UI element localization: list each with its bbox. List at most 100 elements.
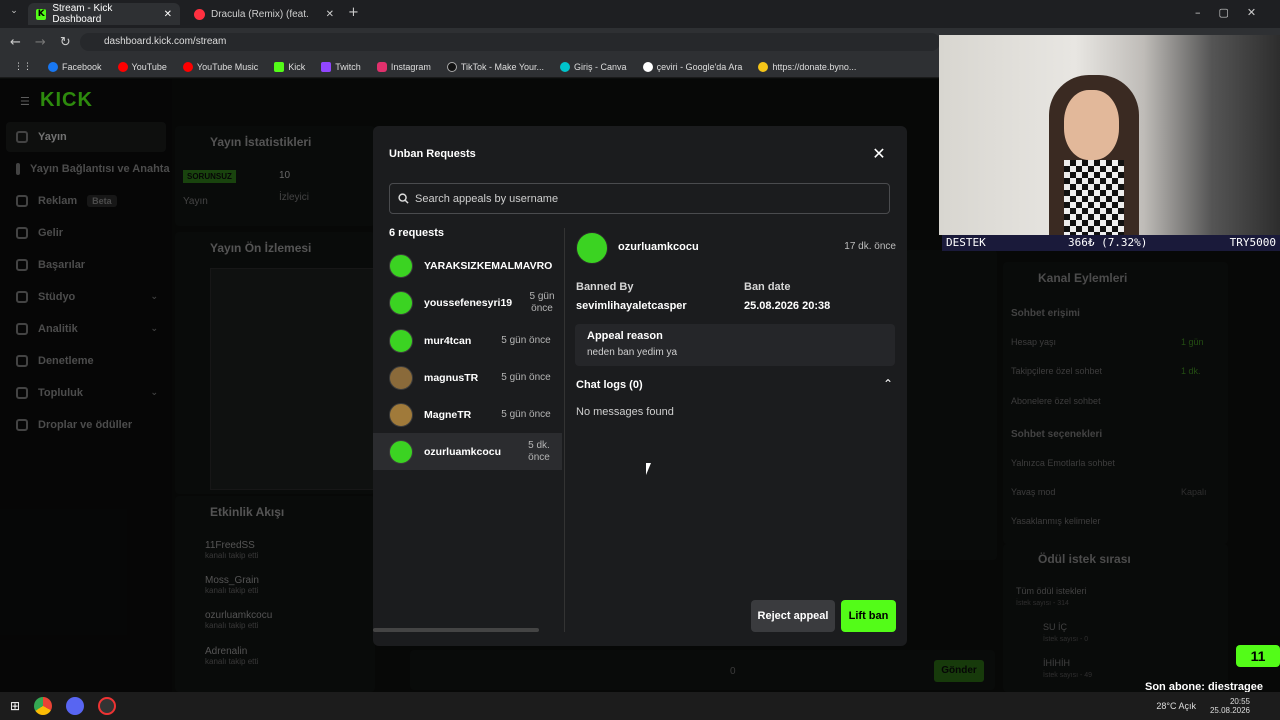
bookmark-label: Instagram	[390, 61, 431, 72]
avatar	[389, 328, 413, 353]
donation-goal-bar: DESTEK 366₺ (7.32%) TRY5000	[942, 235, 1280, 251]
search-field[interactable]	[389, 183, 890, 214]
request-username: MagneTR	[424, 408, 472, 421]
request-username: magnusTR	[424, 371, 479, 384]
clock-time: 20:55	[1229, 697, 1250, 706]
bookmark-youtube-music[interactable]: YouTube Music	[175, 61, 266, 72]
request-time: 5 gün önce	[501, 334, 551, 346]
ban-date-label: Ban date	[744, 281, 791, 293]
ban-date-value: 25.08.2026 20:38	[744, 300, 831, 312]
bookmark-label: Kick	[288, 61, 306, 72]
obs-icon[interactable]	[98, 697, 117, 715]
facebook-icon	[48, 61, 58, 72]
tab-dracula[interactable]: Dracula (Remix) (feat. JENN ✕	[186, 3, 342, 25]
tab-title: Dracula (Remix) (feat. JENN	[211, 8, 311, 20]
request-item[interactable]: mur4tcan 5 gün önce	[373, 322, 562, 359]
banned-by-label: Banned By	[576, 281, 634, 293]
request-username: YARAKSIZKEMALMAVRO	[424, 259, 553, 272]
close-tab-icon[interactable]: ✕	[164, 9, 172, 20]
windows-taskbar: ⊞ 28°C Açık 20:55 25.08.2026	[0, 692, 1280, 720]
bookmark-canva[interactable]: Giriş - Canva	[552, 61, 635, 72]
avatar	[576, 232, 608, 264]
chevron-up-icon[interactable]: ⌃	[883, 377, 893, 391]
bookmark-tiktok[interactable]: TikTok - Make Your...	[439, 61, 552, 72]
bookmark-donate[interactable]: https://donate.byno...	[750, 61, 864, 72]
bookmark-label: Giriş - Canva	[574, 61, 627, 72]
bookmark-instagram[interactable]: Instagram	[369, 61, 439, 72]
divider	[564, 228, 565, 632]
bookmark-label: YouTube	[131, 61, 167, 72]
windows-start-icon[interactable]: ⊞	[10, 699, 20, 713]
selected-time: 17 dk. önce	[844, 241, 896, 252]
bookmark-label: YouTube Music	[196, 61, 259, 72]
tab-title: Stream - Kick Dashboard	[52, 3, 113, 25]
request-username: mur4tcan	[424, 334, 472, 347]
request-time: 5 dk. önce	[528, 439, 550, 463]
kick-follower-badge: 11	[1236, 645, 1280, 667]
youtube-icon	[117, 61, 128, 72]
bookmark-label: Twitch	[335, 61, 361, 72]
bookmark-kick[interactable]: Kick	[266, 61, 313, 72]
request-username: youssefenesyri19	[424, 296, 513, 309]
chrome-icon[interactable]	[34, 697, 53, 715]
new-tab-icon[interactable]: +	[348, 5, 359, 20]
bookmark-label: https://donate.byno...	[772, 61, 857, 72]
window-controls-icon[interactable]: –▢✕	[1195, 6, 1274, 19]
appeal-reason-box: Appeal reason neden ban yedim ya	[575, 324, 895, 366]
request-item-selected[interactable]: ozurluamkcocu 5 dk. önce	[373, 433, 562, 470]
search-input[interactable]	[415, 192, 885, 205]
avatar	[389, 253, 413, 278]
canva-icon	[560, 61, 571, 72]
reject-appeal-button[interactable]: Reject appeal	[751, 600, 835, 632]
request-username: ozurluamkcocu	[424, 445, 502, 458]
bookmark-label: Facebook	[62, 61, 102, 72]
tiktok-icon	[446, 61, 457, 72]
no-messages-text: No messages found	[576, 406, 674, 418]
request-item[interactable]: MagneTR 5 gün önce	[373, 396, 562, 433]
unban-requests-modal: Unban Requests ✕ 6 requests YARAKSIZKEMA…	[373, 126, 907, 646]
appeal-reason-label: Appeal reason	[587, 330, 663, 342]
discord-icon[interactable]	[66, 697, 85, 715]
webcam-overlay	[939, 35, 1280, 235]
horizontal-scrollbar[interactable]	[373, 628, 539, 632]
request-item[interactable]: magnusTR 5 gün önce	[373, 359, 562, 396]
reload-icon[interactable]: ↻	[60, 35, 71, 50]
mouse-cursor-icon	[646, 463, 656, 475]
bookmark-label: TikTok - Make Your...	[460, 61, 545, 72]
apps-icon[interactable]: ⋮⋮	[6, 62, 40, 72]
appeal-reason-text: neden ban yedim ya	[587, 347, 678, 358]
banned-by-value: sevimlihayaletcasper	[576, 300, 687, 312]
forward-icon[interactable]: →	[35, 35, 46, 50]
request-count: 6 requests	[389, 227, 445, 239]
url-field[interactable]: dashboard.kick.com/stream	[80, 33, 940, 51]
tab-list-icon[interactable]: ⌄	[6, 6, 22, 22]
twitch-icon	[321, 61, 332, 72]
request-item[interactable]: youssefenesyri19 5 gün önce	[373, 284, 562, 321]
bookmark-youtube[interactable]: YouTube	[110, 61, 175, 72]
chat-logs-toggle[interactable]: Chat logs (0)	[576, 379, 643, 391]
request-time: 5 gün önce	[501, 408, 551, 420]
bookmark-label: çeviri - Google'da Ara	[656, 61, 743, 72]
request-time: 5 gün önce	[529, 290, 555, 314]
selected-username: ozurluamkcocu	[618, 241, 699, 253]
donate-icon	[758, 61, 769, 72]
bookmark-facebook[interactable]: Facebook	[40, 61, 110, 72]
bookmark-twitch[interactable]: Twitch	[313, 61, 369, 72]
bookmark-google[interactable]: çeviri - Google'da Ara	[635, 61, 751, 72]
instagram-icon	[376, 61, 387, 72]
youtube-favicon-icon	[194, 8, 205, 20]
goal-amount: 366₺ (7.32%)	[1067, 236, 1148, 249]
browser-tab-bar: ⌄ K Stream - Kick Dashboard ✕ Dracula (R…	[0, 0, 1280, 28]
close-tab-icon[interactable]: ✕	[326, 9, 334, 20]
clock[interactable]: 20:55 25.08.2026	[1210, 697, 1250, 715]
lift-ban-button[interactable]: Lift ban	[841, 600, 896, 632]
request-item[interactable]: YARAKSIZKEMALMAVRO	[373, 247, 562, 284]
back-icon[interactable]: ←	[10, 35, 21, 50]
goal-target: TRY5000	[1229, 236, 1276, 249]
kick-icon	[274, 61, 285, 72]
checkered-shirt	[1064, 160, 1124, 235]
tab-kick-dashboard[interactable]: K Stream - Kick Dashboard ✕	[28, 3, 180, 25]
close-icon[interactable]: ✕	[869, 144, 889, 164]
search-icon	[398, 193, 409, 204]
avatar	[389, 439, 413, 464]
